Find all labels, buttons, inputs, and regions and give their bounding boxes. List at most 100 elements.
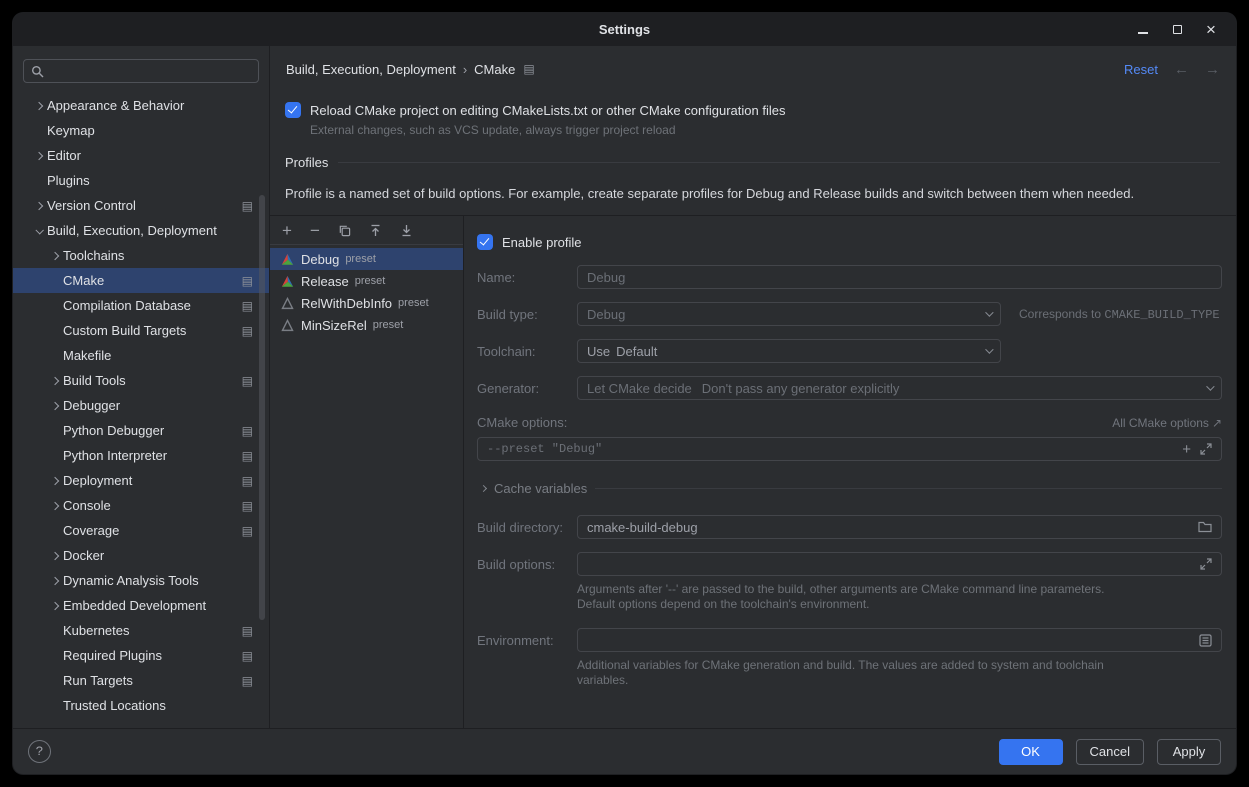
- build-directory-field[interactable]: cmake-build-debug: [577, 515, 1222, 539]
- profile-item[interactable]: Debug preset: [270, 248, 463, 270]
- profile-item[interactable]: RelWithDebInfo preset: [270, 292, 463, 314]
- environment-field[interactable]: [577, 628, 1222, 652]
- sidebar-item[interactable]: Kubernetes: [13, 618, 269, 643]
- profiles-description: Profile is a named set of build options.…: [285, 186, 1220, 201]
- sidebar-item[interactable]: Custom Build Targets: [13, 318, 269, 343]
- env-variables-icon[interactable]: [1199, 634, 1212, 647]
- name-field[interactable]: Debug: [577, 265, 1222, 289]
- move-up-button[interactable]: [369, 224, 382, 237]
- forward-arrow-button[interactable]: →: [1205, 61, 1220, 78]
- add-profile-button[interactable]: +: [282, 222, 292, 239]
- sidebar-item[interactable]: Dynamic Analysis Tools: [13, 568, 269, 593]
- chevron-icon: [47, 553, 63, 559]
- sidebar-item-label: Compilation Database: [63, 298, 191, 313]
- toolchain-select[interactable]: Use Default: [577, 339, 1001, 363]
- sidebar-item[interactable]: Deployment: [13, 468, 269, 493]
- chevron-icon: [47, 678, 63, 684]
- maximize-button[interactable]: [1160, 13, 1194, 46]
- expand-icon[interactable]: [1200, 558, 1212, 570]
- sidebar-item-label: Plugins: [47, 173, 90, 188]
- sidebar-item[interactable]: Compilation Database: [13, 293, 269, 318]
- sidebar-item-label: Embedded Development: [63, 598, 206, 613]
- folder-icon[interactable]: [1198, 521, 1212, 533]
- sidebar-item[interactable]: Coverage: [13, 518, 269, 543]
- build-type-select[interactable]: Debug: [577, 302, 1001, 326]
- per-project-settings-icon: [242, 674, 253, 688]
- maximize-icon: [1173, 25, 1182, 34]
- sidebar-item[interactable]: Console: [13, 493, 269, 518]
- sidebar-item[interactable]: Docker: [13, 543, 269, 568]
- enable-profile-checkbox[interactable]: [477, 234, 493, 250]
- close-button[interactable]: ×: [1194, 13, 1228, 46]
- cmake-options-field[interactable]: --preset "Debug" +: [477, 437, 1222, 461]
- profiles-list-panel: + −: [270, 216, 464, 728]
- cmake-logo-icon: [281, 274, 295, 288]
- sidebar-item[interactable]: Required Plugins: [13, 643, 269, 668]
- cancel-button[interactable]: Cancel: [1076, 739, 1144, 765]
- toolchain-prefix: Use: [587, 344, 610, 359]
- ok-button[interactable]: OK: [999, 739, 1063, 765]
- sidebar-item-label: Custom Build Targets: [63, 323, 186, 338]
- chevron-icon: [47, 478, 63, 484]
- sidebar-item[interactable]: Run Targets: [13, 668, 269, 693]
- generator-select[interactable]: Let CMake decide Don't pass any generato…: [577, 376, 1222, 400]
- build-options-label: Build options:: [477, 557, 577, 572]
- chevron-icon: [31, 128, 47, 134]
- sidebar-item[interactable]: Appearance & Behavior: [13, 93, 269, 118]
- reset-link[interactable]: Reset: [1124, 62, 1158, 77]
- sidebar-item[interactable]: Build Tools: [13, 368, 269, 393]
- sidebar-item[interactable]: Trusted Locations: [13, 693, 269, 718]
- chevron-right-icon: [480, 485, 487, 492]
- sidebar-item[interactable]: Makefile: [13, 343, 269, 368]
- chevron-down-icon: [985, 345, 993, 353]
- divider: [338, 162, 1220, 163]
- sidebar-item[interactable]: Version Control: [13, 193, 269, 218]
- sidebar-item-label: Kubernetes: [63, 623, 130, 638]
- sidebar-item[interactable]: Editor: [13, 143, 269, 168]
- sidebar-item[interactable]: Embedded Development: [13, 593, 269, 618]
- chevron-icon: [47, 253, 63, 259]
- sidebar-item[interactable]: Plugins: [13, 168, 269, 193]
- profile-form: Enable profile Name: Debug Build type: D…: [464, 216, 1236, 728]
- build-directory-value: cmake-build-debug: [587, 520, 698, 535]
- sidebar-item-label: Python Interpreter: [63, 448, 167, 463]
- expand-icon[interactable]: [1200, 443, 1212, 455]
- move-down-button[interactable]: [400, 224, 413, 237]
- sidebar-item-label: Version Control: [47, 198, 136, 213]
- build-options-field[interactable]: [577, 552, 1222, 576]
- sidebar-item-label: Toolchains: [63, 248, 124, 263]
- profile-item[interactable]: MinSizeRel preset: [270, 314, 463, 336]
- settings-window: Settings × Appearance & Behavior: [13, 13, 1236, 774]
- page-settings-icon: [523, 62, 534, 76]
- name-label: Name:: [477, 270, 577, 285]
- sidebar-item[interactable]: Python Debugger: [13, 418, 269, 443]
- profile-item[interactable]: Release preset: [270, 270, 463, 292]
- breadcrumb-parent[interactable]: Build, Execution, Deployment: [286, 62, 456, 77]
- help-button[interactable]: ?: [28, 740, 51, 763]
- profile-preset-tag: preset: [398, 297, 429, 309]
- all-cmake-options-link[interactable]: All CMake options↗: [1112, 416, 1222, 430]
- apply-button[interactable]: Apply: [1157, 739, 1221, 765]
- chevron-icon: [47, 378, 63, 384]
- minimize-button[interactable]: [1126, 13, 1160, 46]
- back-arrow-button[interactable]: ←: [1174, 61, 1189, 78]
- sidebar-item-label: CMake: [63, 273, 104, 288]
- reload-cmake-checkbox[interactable]: [285, 102, 301, 118]
- chevron-icon: [47, 628, 63, 634]
- cache-variables-toggle[interactable]: Cache variables: [477, 481, 1222, 496]
- sidebar-item[interactable]: Build, Execution, Deployment: [13, 218, 269, 243]
- sidebar-item[interactable]: Keymap: [13, 118, 269, 143]
- copy-profile-button[interactable]: [338, 224, 351, 237]
- toolchain-label: Toolchain:: [477, 344, 577, 359]
- sidebar-item[interactable]: CMake: [13, 268, 269, 293]
- search-icon: [31, 65, 44, 78]
- add-option-icon[interactable]: +: [1182, 442, 1191, 457]
- sidebar-item[interactable]: Toolchains: [13, 243, 269, 268]
- sidebar-item[interactable]: Python Interpreter: [13, 443, 269, 468]
- search-input[interactable]: [23, 59, 259, 83]
- chevron-icon: [47, 528, 63, 534]
- remove-profile-button[interactable]: −: [310, 222, 320, 239]
- sidebar-item[interactable]: Debugger: [13, 393, 269, 418]
- sidebar-scrollbar[interactable]: [259, 195, 265, 620]
- chevron-down-icon: [1206, 382, 1214, 390]
